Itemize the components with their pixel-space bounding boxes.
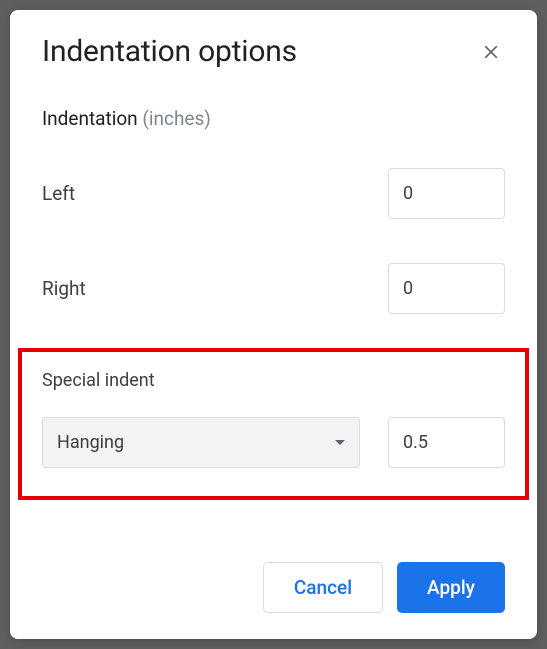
chevron-down-icon (335, 440, 345, 445)
close-icon (481, 42, 501, 62)
dialog-title: Indentation options (42, 34, 297, 69)
right-indent-label: Right (42, 277, 86, 300)
special-indent-input[interactable] (388, 417, 505, 468)
special-indent-dropdown[interactable]: Hanging (42, 417, 360, 468)
left-indent-input[interactable] (388, 168, 505, 219)
special-indent-section: Special indent Hanging (18, 348, 529, 500)
indentation-label: Indentation (42, 107, 138, 130)
right-indent-row: Right (42, 263, 505, 314)
special-indent-row: Hanging (42, 417, 505, 468)
apply-button[interactable]: Apply (397, 562, 505, 613)
indentation-section-header: Indentation (inches) (42, 107, 505, 130)
special-indent-label: Special indent (42, 370, 505, 391)
special-indent-selected: Hanging (57, 432, 124, 453)
left-indent-row: Left (42, 168, 505, 219)
cancel-button[interactable]: Cancel (263, 562, 383, 613)
dialog-header: Indentation options (42, 34, 505, 69)
dialog-actions: Cancel Apply (263, 562, 505, 613)
right-indent-input[interactable] (388, 263, 505, 314)
indentation-options-dialog: Indentation options Indentation (inches)… (10, 10, 537, 639)
close-button[interactable] (477, 38, 505, 66)
indentation-unit: (inches) (142, 107, 211, 130)
left-indent-label: Left (42, 182, 75, 205)
